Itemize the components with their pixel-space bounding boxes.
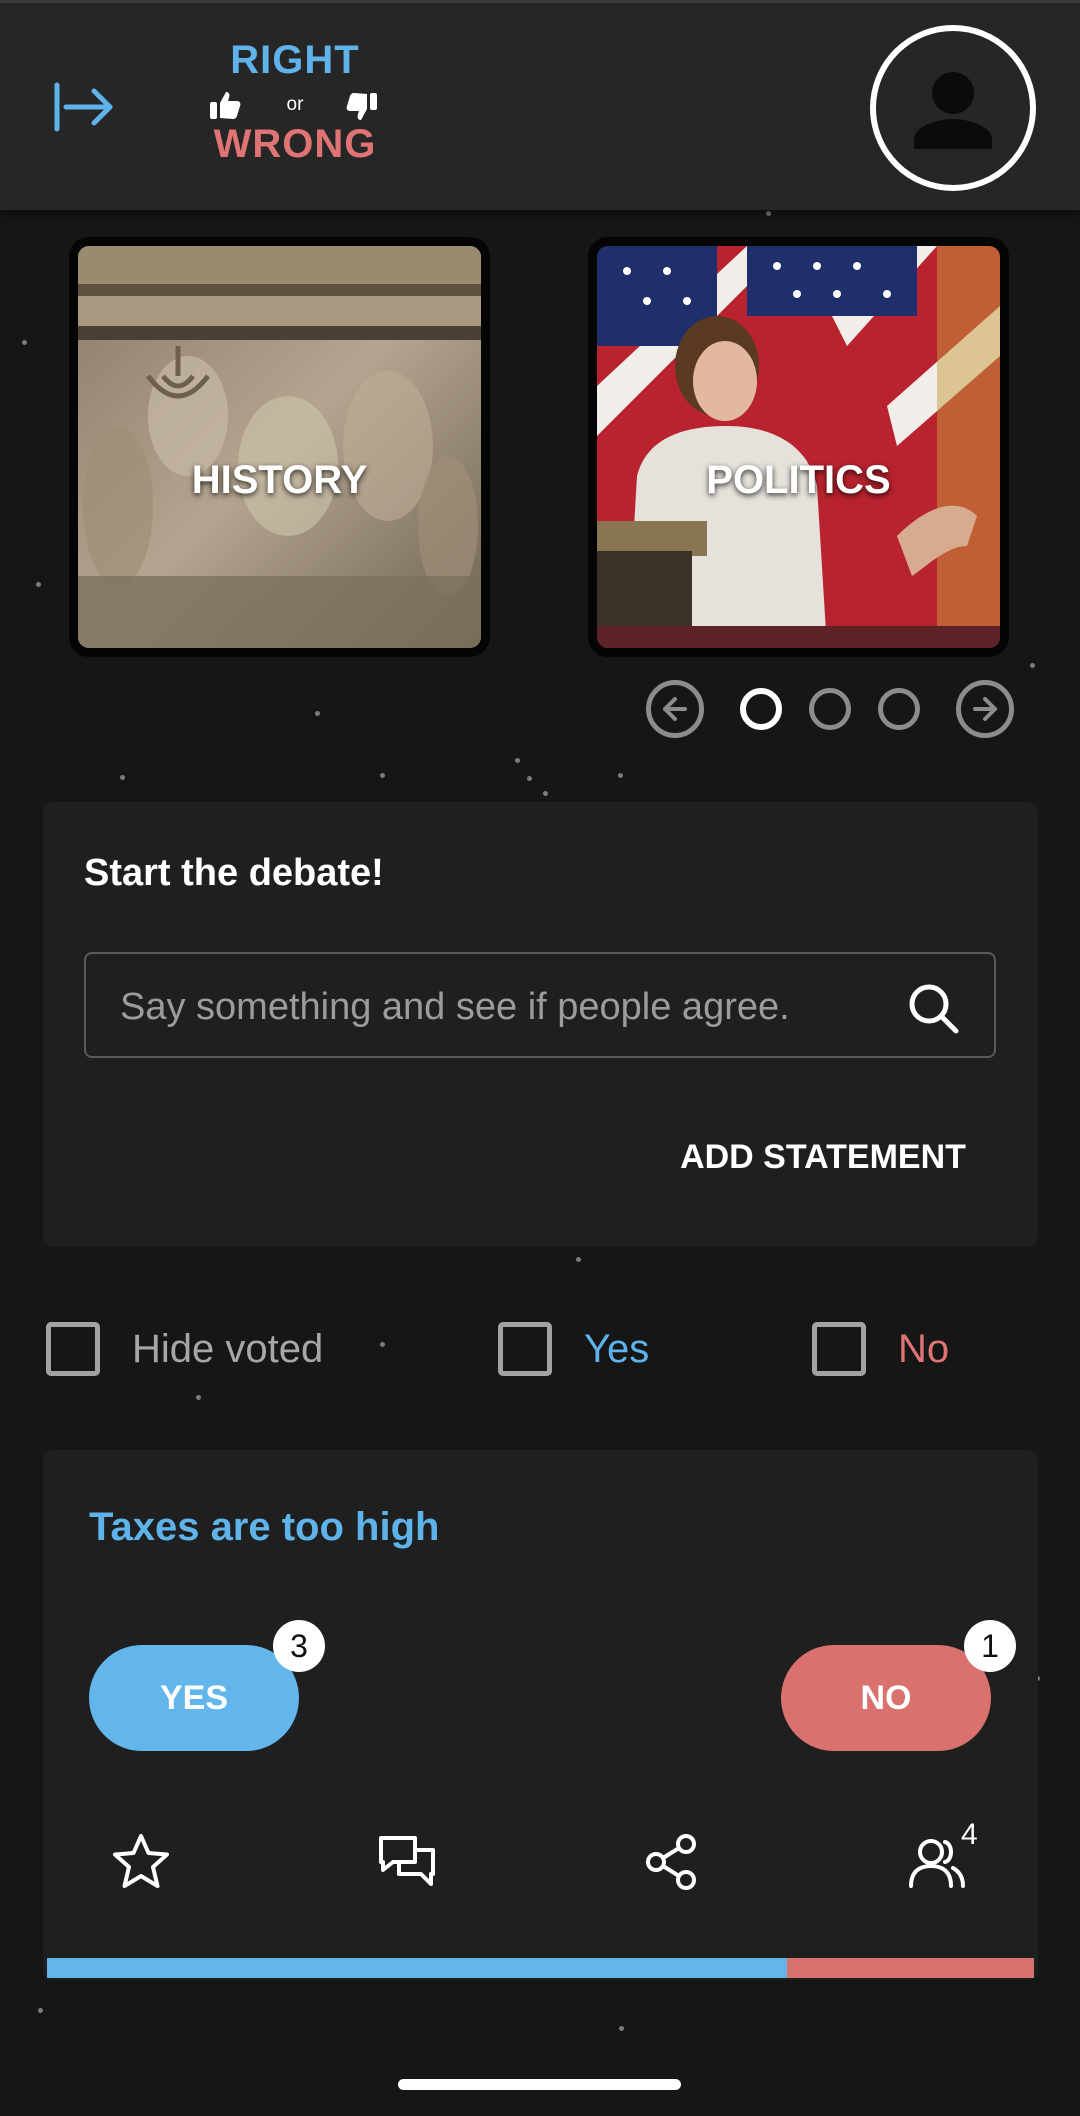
thumbs-down-icon [346,93,377,120]
filter-hide-voted-label: Hide voted [132,1327,324,1371]
star-icon[interactable] [109,1830,173,1894]
profile-avatar-icon [914,72,992,149]
statement-title[interactable]: Taxes are too high [89,1505,439,1550]
vote-no-button[interactable]: NO [781,1645,991,1751]
logo-wrong-text: WRONG [213,122,377,166]
app-logo: RIGHT or WRONG [200,38,390,173]
yes-count-badge: 3 [273,1620,325,1672]
vote-yes-button[interactable]: YES [89,1645,299,1751]
thumbs-up-icon [210,92,241,119]
vote-ratio-yes-bar [47,1958,787,1978]
participant-count: 4 [961,1818,978,1851]
carousel-dot-3[interactable] [878,688,920,730]
no-count-badge: 1 [964,1620,1016,1672]
carousel-dot-1[interactable] [740,688,782,730]
arrow-left-circle-icon[interactable] [646,680,704,738]
home-indicator[interactable] [398,2079,681,2090]
start-debate-card: Start the debate! ADD STATEMENT [43,802,1038,1247]
filter-no-label: No [898,1327,950,1371]
share-icon[interactable] [640,1830,704,1894]
statement-input[interactable] [120,982,890,1032]
category-label-politics: POLITICS [706,458,891,502]
search-icon[interactable] [904,979,962,1037]
statement-card: Taxes are too high YES 3 NO 1 4 [43,1450,1038,1980]
arrow-right-circle-icon[interactable] [956,680,1014,738]
debate-title: Start the debate! [84,852,384,894]
history-image [78,246,481,648]
profile-avatar-button[interactable] [870,25,1036,191]
checkbox-hide-voted[interactable] [46,1322,100,1376]
comments-icon[interactable] [375,1830,439,1894]
carousel-dot-2[interactable] [809,688,851,730]
category-card-politics[interactable]: POLITICS [588,237,1009,657]
vote-ratio-no-bar [787,1958,1034,1978]
app-header: RIGHT or WRONG [0,0,1080,210]
checkbox-yes[interactable] [498,1322,552,1376]
people-icon[interactable] [905,1830,969,1894]
logo-right-text: RIGHT [230,38,360,82]
category-card-history[interactable]: HISTORY [69,237,490,657]
category-label-history: HISTORY [191,458,368,502]
collapse-arrow-icon[interactable] [52,81,116,133]
statement-input-field[interactable] [84,952,996,1058]
add-statement-button[interactable]: ADD STATEMENT [643,1127,1003,1187]
filter-yes-label: Yes [584,1327,650,1371]
logo-or-text: or [286,94,304,115]
politics-image [597,246,1000,648]
checkbox-no[interactable] [812,1322,866,1376]
